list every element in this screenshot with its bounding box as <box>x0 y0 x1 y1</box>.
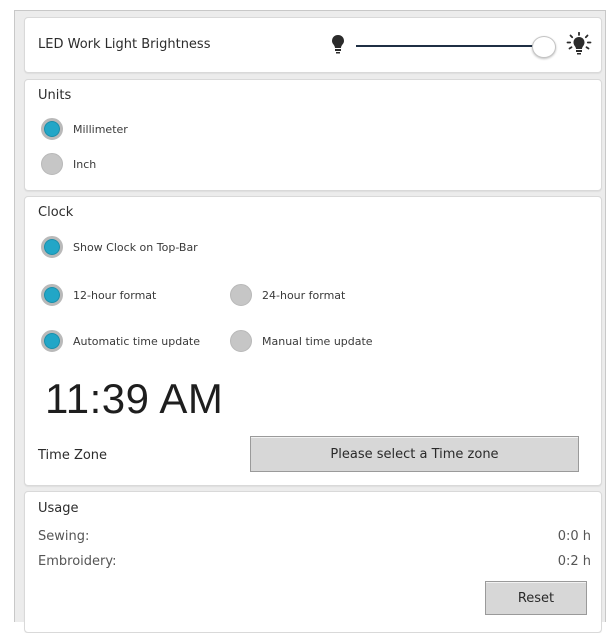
slider-thumb[interactable] <box>532 36 556 58</box>
radio-show-clock-label: Show Clock on Top-Bar <box>73 241 198 254</box>
radio-inch[interactable] <box>41 153 63 175</box>
brightness-card: LED Work Light Brightness <box>24 17 602 73</box>
radio-automatic-time-label: Automatic time update <box>73 335 201 348</box>
radio-manual-time-label: Manual time update <box>262 335 373 348</box>
select-time-zone-button[interactable]: Please select a Time zone <box>250 436 579 472</box>
units-title: Units <box>38 88 72 103</box>
clock-time-display: 11:39 AM <box>45 375 224 422</box>
radio-24-hour[interactable] <box>230 284 252 306</box>
units-card: Units Millimeter Inch <box>24 79 602 191</box>
slider-track <box>356 45 544 47</box>
radio-inch-label: Inch <box>73 158 97 171</box>
bulb-bright-icon <box>566 31 592 56</box>
usage-title: Usage <box>38 501 79 516</box>
radio-24-hour-label: 24-hour format <box>262 289 346 302</box>
radio-millimeter[interactable] <box>41 118 63 140</box>
reset-button[interactable]: Reset <box>485 581 587 615</box>
usage-card: Usage Sewing: 0:0 h Embroidery: 0:2 h Re… <box>24 491 602 633</box>
radio-automatic-time[interactable] <box>41 330 63 352</box>
brightness-slider[interactable] <box>356 36 556 58</box>
radio-12-hour[interactable] <box>41 284 63 306</box>
clock-card: Clock Show Clock on Top-Bar 12-hour form… <box>24 196 602 486</box>
radio-show-clock[interactable] <box>41 236 63 258</box>
settings-panel: LED Work Light Brightness Units Millimet… <box>14 10 606 633</box>
radio-12-hour-label: 12-hour format <box>73 289 157 302</box>
usage-embroidery-value: 0:2 h <box>557 554 591 569</box>
usage-sewing-value: 0:0 h <box>557 529 591 544</box>
radio-millimeter-label: Millimeter <box>73 123 128 136</box>
brightness-label: LED Work Light Brightness <box>38 37 211 52</box>
usage-sewing-label: Sewing: <box>38 529 90 544</box>
bulb-off-icon <box>331 34 345 54</box>
radio-manual-time[interactable] <box>230 330 252 352</box>
time-zone-label: Time Zone <box>38 448 108 463</box>
usage-embroidery-label: Embroidery: <box>38 554 117 569</box>
clock-title: Clock <box>38 205 74 220</box>
